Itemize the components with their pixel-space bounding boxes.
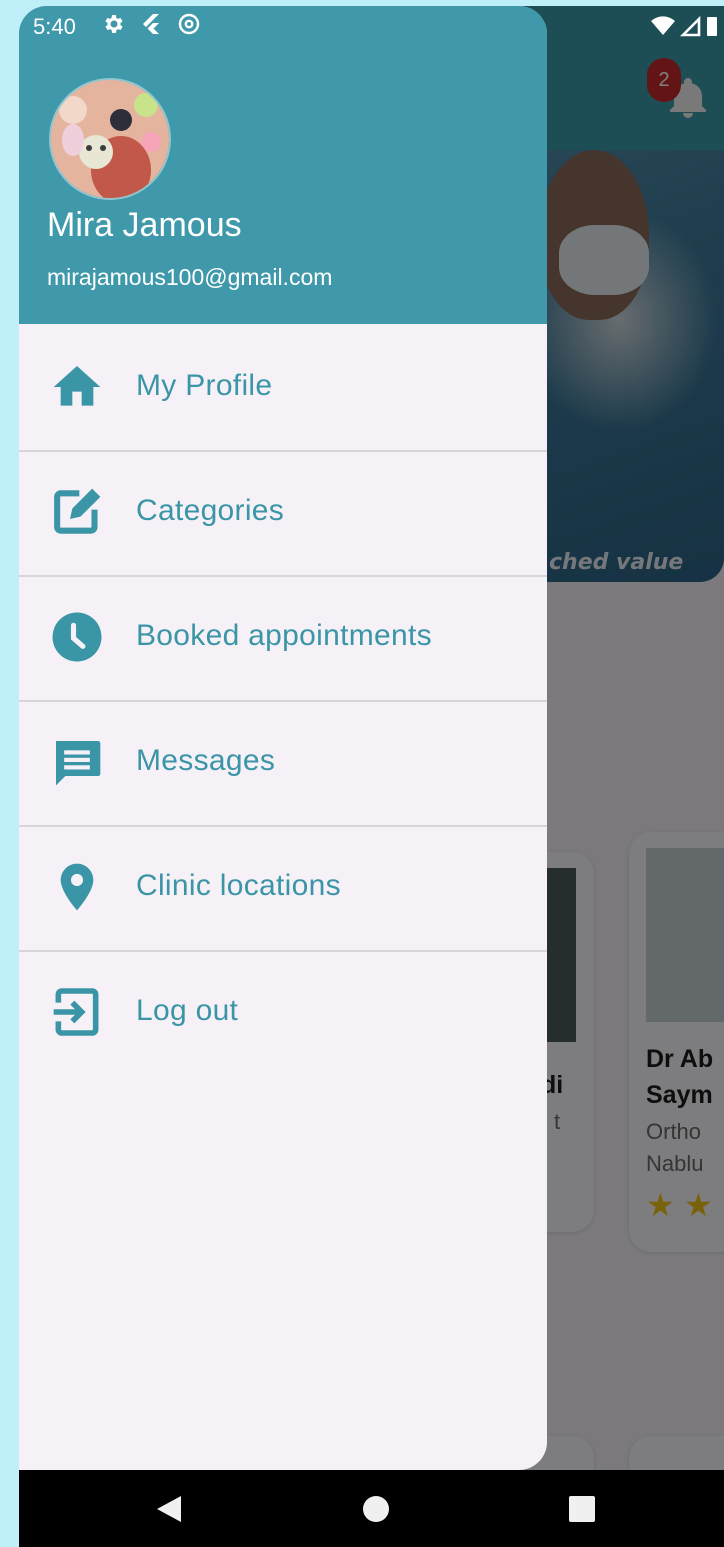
at-sign-icon	[178, 13, 200, 35]
drawer-item-label: Clinic locations	[136, 869, 341, 902]
avatar[interactable]	[49, 78, 171, 200]
settings-icon	[105, 15, 123, 33]
logout-icon	[53, 988, 99, 1036]
drawer-item-label: My Profile	[136, 369, 273, 402]
drawer-item-clinic-locations[interactable]: Clinic locations	[19, 826, 547, 952]
drawer-item-label: Booked appointments	[136, 619, 432, 652]
clock-icon	[52, 612, 102, 662]
edit-icon	[54, 488, 101, 534]
message-icon	[56, 741, 101, 786]
status-notification-icons	[101, 12, 201, 36]
avatar-photo	[51, 80, 169, 198]
recents-button[interactable]	[568, 1494, 596, 1524]
cell-signal-icon	[680, 15, 701, 37]
back-button[interactable]	[155, 1494, 183, 1524]
user-name: Mira Jamous	[47, 206, 242, 244]
drawer-item-booked-appointments[interactable]: Booked appointments	[19, 576, 547, 702]
drawer-item-categories[interactable]: Categories	[19, 451, 547, 577]
status-system-icons	[650, 14, 718, 38]
navigation-drawer: Mira Jamous mirajamous100@gmail.com My P…	[19, 6, 547, 1470]
phone-screen: ched value di t Dr Ab Saym Ortho Nablu ★…	[19, 6, 724, 1547]
drawer-item-messages[interactable]: Messages	[19, 701, 547, 827]
drawer-item-label: Messages	[136, 744, 276, 777]
drawer-item-label: Categories	[136, 494, 285, 527]
home-button[interactable]	[362, 1494, 390, 1524]
drawer-header: Mira Jamous mirajamous100@gmail.com	[19, 6, 547, 324]
battery-icon	[707, 17, 717, 36]
home-icon	[53, 366, 101, 406]
status-bar: 5:40	[19, 6, 724, 46]
status-time: 5:40	[33, 14, 76, 39]
location-pin-icon	[60, 863, 94, 911]
drawer-item-my-profile[interactable]: My Profile	[19, 326, 547, 452]
system-navigation-bar	[19, 1470, 724, 1547]
drawer-item-log-out[interactable]: Log out	[19, 951, 547, 1075]
flutter-icon	[143, 14, 159, 34]
user-email: mirajamous100@gmail.com	[47, 264, 333, 290]
drawer-item-label: Log out	[136, 994, 239, 1027]
wifi-icon	[651, 16, 675, 35]
